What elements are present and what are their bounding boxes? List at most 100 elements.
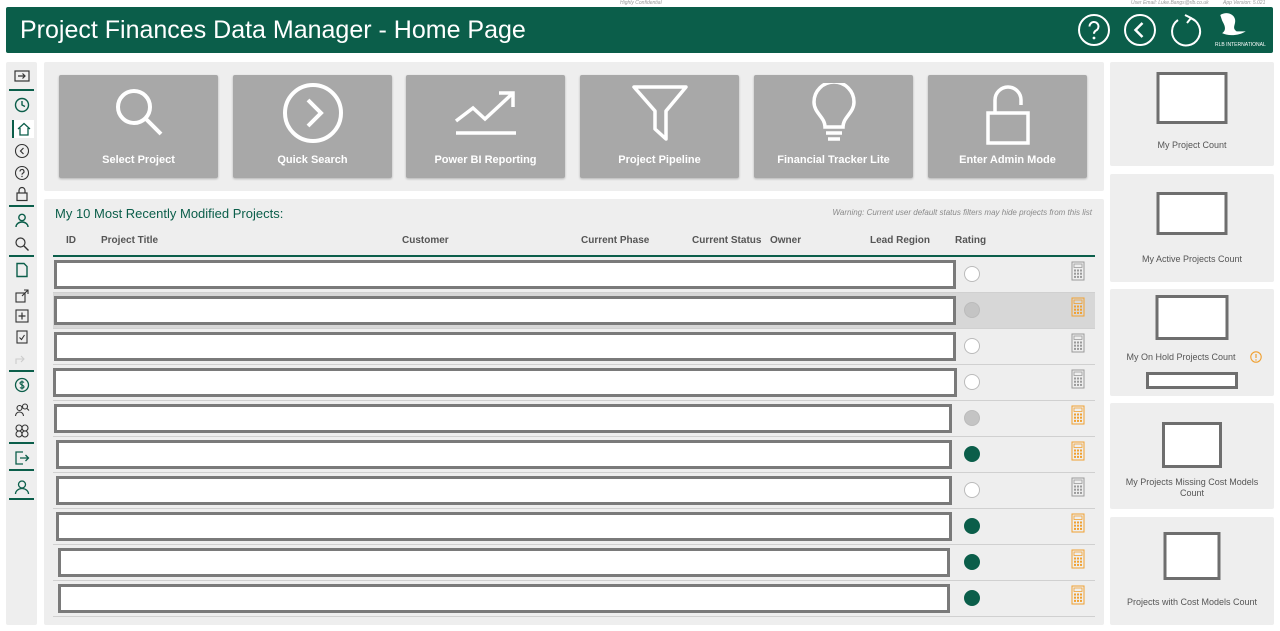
search-icon <box>115 89 162 136</box>
collapse-toggle-icon <box>14 70 30 82</box>
sidebar-item-add[interactable] <box>12 307 32 325</box>
column-header-owner[interactable]: Owner <box>770 235 801 246</box>
sidebar <box>6 62 37 625</box>
back-icon <box>14 143 30 159</box>
sidebar-divider <box>9 205 34 207</box>
row-content-box[interactable] <box>58 548 950 577</box>
table-row[interactable] <box>53 401 1095 437</box>
calculator-icon[interactable] <box>1071 261 1085 281</box>
calculator-icon[interactable] <box>1071 441 1085 461</box>
sidebar-item-user-settings[interactable] <box>12 478 32 496</box>
sidebar-divider <box>9 255 34 257</box>
sidebar-item-open[interactable] <box>12 287 32 305</box>
row-content-box[interactable] <box>58 584 950 613</box>
sidebar-item-checklist[interactable] <box>12 328 32 346</box>
rating-indicator <box>964 446 980 462</box>
sidebar-divider <box>9 469 34 471</box>
row-content-box[interactable] <box>56 512 952 541</box>
table-row[interactable] <box>53 545 1095 581</box>
stat-value-box <box>1162 422 1222 468</box>
tile-financial-tracker-lite[interactable]: Financial Tracker Lite <box>754 75 913 178</box>
rating-indicator <box>964 410 980 426</box>
column-header-project-title[interactable]: Project Title <box>101 235 158 246</box>
help-button[interactable] <box>1077 13 1111 47</box>
tile-project-pipeline[interactable]: Project Pipeline <box>580 75 739 178</box>
logo-text: RLB INTERNATIONAL <box>1215 42 1266 48</box>
recent-projects-panel: My 10 Most Recently Modified Projects: W… <box>44 199 1104 625</box>
stat-projects-with-cost-models[interactable]: Projects with Cost Models Count <box>1110 517 1274 625</box>
sidebar-item-exit[interactable] <box>12 449 32 467</box>
tile-enter-admin-mode[interactable]: Enter Admin Mode <box>928 75 1087 178</box>
table-row[interactable] <box>53 473 1095 509</box>
sidebar-item-user[interactable] <box>12 211 32 229</box>
table-row[interactable] <box>53 365 1095 401</box>
tile-power-bi-reporting[interactable]: Power BI Reporting <box>406 75 565 178</box>
sidebar-item-search[interactable] <box>12 235 32 253</box>
stat-projects-missing-cost-models[interactable]: My Projects Missing Cost Models Count <box>1110 403 1274 509</box>
action-tiles-panel: Select Project Quick Search Power BI Rep… <box>44 62 1104 191</box>
calculator-icon[interactable] <box>1071 477 1085 497</box>
tile-label: Enter Admin Mode <box>959 154 1056 166</box>
column-header-current-status[interactable]: Current Status <box>692 235 761 246</box>
row-content-box[interactable] <box>53 368 957 397</box>
warning-icon[interactable] <box>1250 351 1262 363</box>
sidebar-item-finance[interactable] <box>12 376 32 394</box>
calculator-icon[interactable] <box>1071 585 1085 605</box>
company-logo: RLB INTERNATIONAL <box>1213 11 1266 51</box>
calculator-icon[interactable] <box>1071 405 1085 425</box>
calculator-icon[interactable] <box>1071 549 1085 569</box>
table-row[interactable] <box>53 329 1095 365</box>
column-header-customer[interactable]: Customer <box>402 235 449 246</box>
stat-value-box <box>1156 192 1228 235</box>
help-icon <box>14 165 30 181</box>
column-header-current-phase[interactable]: Current Phase <box>581 235 649 246</box>
calculator-icon[interactable] <box>1071 333 1085 353</box>
stat-my-active-projects-count[interactable]: My Active Projects Count <box>1110 174 1274 282</box>
sidebar-item-recent[interactable] <box>12 96 32 114</box>
document-icon <box>16 262 28 278</box>
sidebar-item-help[interactable] <box>12 164 32 182</box>
table-row[interactable] <box>53 581 1095 617</box>
stat-label: Projects with Cost Models Count <box>1126 597 1258 607</box>
refresh-button[interactable] <box>1168 13 1202 47</box>
stat-value-box <box>1156 72 1228 124</box>
column-header-lead-region[interactable]: Lead Region <box>870 235 930 246</box>
sidebar-item-groups[interactable] <box>12 422 32 440</box>
column-header-id[interactable]: ID <box>66 235 76 246</box>
trend-chart-icon <box>454 91 516 135</box>
row-content-box[interactable] <box>54 260 956 289</box>
sidebar-item-share[interactable] <box>12 350 32 368</box>
sidebar-item-user-search[interactable] <box>12 401 32 419</box>
stat-my-on-hold-projects-count[interactable]: My On Hold Projects Count <box>1110 289 1274 396</box>
column-header-rating[interactable]: Rating <box>955 235 986 246</box>
tile-label: Project Pipeline <box>618 154 701 166</box>
sidebar-item-lock[interactable] <box>12 185 32 203</box>
calculator-icon[interactable] <box>1071 513 1085 533</box>
sidebar-item-home[interactable] <box>12 120 34 138</box>
search-icon <box>15 237 29 251</box>
stat-my-project-count[interactable]: My Project Count <box>1110 62 1274 166</box>
chevron-right-circle-icon <box>282 83 343 143</box>
logo-mark-icon <box>1220 13 1246 36</box>
row-content-box[interactable] <box>56 476 952 505</box>
sidebar-divider <box>9 89 34 91</box>
stat-label: My Project Count <box>1157 140 1227 150</box>
tile-select-project[interactable]: Select Project <box>59 75 218 178</box>
back-button[interactable] <box>1123 13 1157 47</box>
table-row[interactable] <box>53 509 1095 545</box>
row-content-box[interactable] <box>54 332 956 361</box>
table-row[interactable] <box>53 437 1095 473</box>
row-content-box[interactable] <box>54 404 952 433</box>
row-content-box[interactable] <box>56 440 952 469</box>
filter-funnel-icon <box>631 85 688 141</box>
sidebar-item-back[interactable] <box>12 142 32 160</box>
row-content-box[interactable] <box>54 296 956 325</box>
sidebar-collapse-button[interactable] <box>12 67 32 85</box>
users-search-icon <box>14 403 30 417</box>
calculator-icon[interactable] <box>1071 297 1085 317</box>
table-row[interactable] <box>53 293 1095 329</box>
sidebar-item-documents[interactable] <box>12 261 32 279</box>
tile-quick-search[interactable]: Quick Search <box>233 75 392 178</box>
calculator-icon[interactable] <box>1071 369 1085 389</box>
table-row[interactable] <box>53 257 1095 293</box>
